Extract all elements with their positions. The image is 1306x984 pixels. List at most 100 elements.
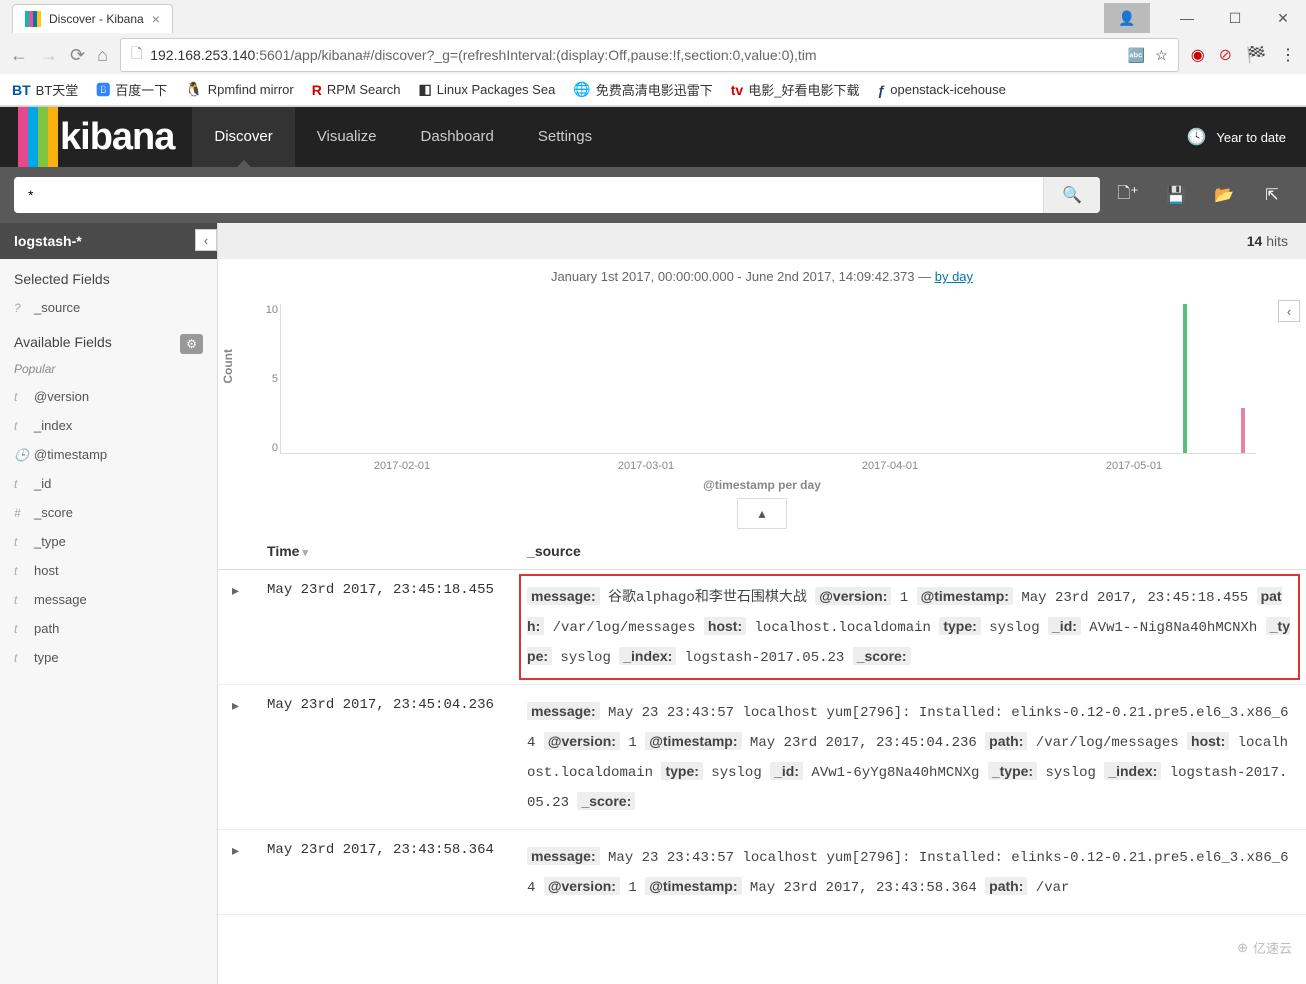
close-tab-icon[interactable]: × bbox=[152, 11, 160, 27]
bookmark-item[interactable]: tv电影_好看电影下载 bbox=[731, 80, 860, 99]
nav-dashboard[interactable]: Dashboard bbox=[399, 107, 516, 167]
browser-tab[interactable]: Discover - Kibana × bbox=[12, 4, 173, 33]
sidebar: logstash-* ‹ Selected Fields ?_source Av… bbox=[0, 223, 218, 984]
expand-row-button[interactable]: ▸ bbox=[218, 685, 253, 830]
y-axis-label: Count bbox=[221, 349, 235, 384]
source-cell: message: May 23 23:43:57 localhost yum[2… bbox=[513, 685, 1306, 830]
fields-settings-button[interactable]: ⚙ bbox=[180, 334, 203, 354]
field-host[interactable]: thost bbox=[0, 556, 217, 585]
translate-icon[interactable]: 🔤 bbox=[1128, 47, 1145, 64]
time-cell: May 23rd 2017, 23:45:04.236 bbox=[253, 685, 513, 830]
open-search-button[interactable]: 📂 bbox=[1204, 175, 1244, 215]
bookmark-item[interactable]: 🅱百度一下 bbox=[96, 80, 167, 100]
field-type[interactable]: ttype bbox=[0, 643, 217, 672]
expand-row-button[interactable]: ▸ bbox=[218, 830, 253, 915]
selected-fields-header: Selected Fields bbox=[0, 259, 217, 293]
table-row: ▸ May 23rd 2017, 23:45:04.236 message: M… bbox=[218, 685, 1306, 830]
bookmark-item[interactable]: RRPM Search bbox=[312, 82, 401, 98]
bookmarks-bar: BTBT天堂 🅱百度一下 🐧Rpmfind mirror RRPM Search ◧Li… bbox=[0, 74, 1306, 106]
ext-icon-1[interactable]: ◉ bbox=[1191, 45, 1205, 65]
bookmark-item[interactable]: ◧Linux Packages Sea bbox=[419, 81, 556, 98]
results-table: Time▾ _source ▸ May 23rd 2017, 23:45:18.… bbox=[218, 533, 1306, 915]
bookmark-item[interactable]: 🌐免费高清电影迅雷下 bbox=[573, 80, 712, 99]
kibana-nav: DiscoverVisualizeDashboardSettings bbox=[192, 107, 614, 167]
nav-visualize[interactable]: Visualize bbox=[295, 107, 399, 167]
new-search-button[interactable]: 🗋⁺ bbox=[1108, 175, 1148, 215]
kibana-favicon bbox=[25, 11, 41, 27]
source-column-header[interactable]: _source bbox=[513, 533, 1306, 570]
tab-title: Discover - Kibana bbox=[49, 12, 144, 26]
url-path: :5601/app/kibana#/discover?_g=(refreshIn… bbox=[255, 47, 816, 63]
timepicker[interactable]: 🕓 Year to date bbox=[1186, 127, 1306, 147]
chart-time-range: January 1st 2017, 00:00:00.000 - June 2n… bbox=[218, 259, 1306, 294]
table-row: ▸ May 23rd 2017, 23:45:18.455 message: 谷… bbox=[218, 570, 1306, 685]
field-@timestamp[interactable]: 🕒@timestamp bbox=[0, 440, 217, 469]
histogram-bar[interactable] bbox=[1183, 304, 1187, 453]
url-input[interactable]: 🗋 192.168.253.140:5601/app/kibana#/disco… bbox=[120, 38, 1179, 72]
menu-icon[interactable]: ⋮ bbox=[1280, 45, 1296, 65]
ext-icon-2[interactable]: ⊘ bbox=[1219, 45, 1232, 65]
index-pattern-selector[interactable]: logstash-* bbox=[0, 223, 217, 259]
field-_score[interactable]: #_score bbox=[0, 498, 217, 527]
home-icon[interactable]: ⌂ bbox=[97, 45, 108, 66]
kibana-topbar: kibana DiscoverVisualizeDashboardSetting… bbox=[0, 107, 1306, 167]
address-bar: ← → ⟳ ⌂ 🗋 192.168.253.140:5601/app/kiban… bbox=[0, 36, 1306, 74]
browser-chrome: Discover - Kibana × 👤 — ☐ ✕ ← → ⟳ ⌂ 🗋 19… bbox=[0, 0, 1306, 107]
field-message[interactable]: tmessage bbox=[0, 585, 217, 614]
histogram-chart[interactable]: ‹ Count 1050 2017-02-012017-03-012017-04… bbox=[218, 294, 1306, 494]
expand-row-button[interactable]: ▸ bbox=[218, 570, 253, 685]
search-container: 🔍 bbox=[14, 177, 1100, 213]
interval-link[interactable]: by day bbox=[935, 269, 973, 284]
histogram-bar[interactable] bbox=[1241, 408, 1245, 453]
search-button[interactable]: 🔍 bbox=[1043, 177, 1100, 213]
bookmark-item[interactable]: ƒopenstack-icehouse bbox=[877, 82, 1005, 98]
field-@version[interactable]: t@version bbox=[0, 382, 217, 411]
minimize-button[interactable]: — bbox=[1164, 3, 1210, 33]
available-fields-header: Available Fields ⚙ bbox=[0, 322, 217, 356]
forward-icon[interactable]: → bbox=[40, 45, 58, 66]
extensions: ◉ ⊘ 🏁 ⋮ bbox=[1191, 45, 1296, 65]
kibana-logo[interactable]: kibana bbox=[0, 107, 192, 167]
sort-icon: ▾ bbox=[302, 547, 308, 559]
time-column-header[interactable]: Time▾ bbox=[253, 533, 513, 570]
star-icon[interactable]: ☆ bbox=[1155, 47, 1168, 64]
user-icon[interactable]: 👤 bbox=[1104, 3, 1150, 33]
y-axis-ticks: 1050 bbox=[260, 304, 278, 454]
save-search-button[interactable]: 💾 bbox=[1156, 175, 1196, 215]
field-_index[interactable]: t_index bbox=[0, 411, 217, 440]
field-_id[interactable]: t_id bbox=[0, 469, 217, 498]
discover-content: 14 hits January 1st 2017, 00:00:00.000 -… bbox=[218, 223, 1306, 984]
reload-icon[interactable]: ⟳ bbox=[70, 45, 85, 66]
popular-label: Popular bbox=[0, 356, 217, 382]
plot-area bbox=[280, 304, 1256, 454]
ext-icon-3[interactable]: 🏁 bbox=[1246, 45, 1266, 65]
watermark: ⊕亿速云 bbox=[1237, 938, 1292, 957]
field-path[interactable]: tpath bbox=[0, 614, 217, 643]
source-cell: message: May 23 23:43:57 localhost yum[2… bbox=[513, 830, 1306, 915]
field-source[interactable]: ?_source bbox=[0, 293, 217, 322]
back-icon[interactable]: ← bbox=[10, 45, 28, 66]
nav-settings[interactable]: Settings bbox=[516, 107, 614, 167]
page-info-icon[interactable]: 🗋 bbox=[131, 43, 142, 67]
chart-collapse-button[interactable]: ‹ bbox=[1278, 300, 1300, 322]
time-range-label: Year to date bbox=[1216, 130, 1286, 145]
field-_type[interactable]: t_type bbox=[0, 527, 217, 556]
bookmark-item[interactable]: BTBT天堂 bbox=[12, 80, 78, 99]
collapse-chart-button[interactable]: ▴ bbox=[737, 498, 787, 529]
window-controls: 👤 — ☐ ✕ bbox=[1104, 3, 1306, 33]
search-row: 🔍 🗋⁺ 💾 📂 ⇱ bbox=[0, 167, 1306, 223]
share-button[interactable]: ⇱ bbox=[1252, 175, 1292, 215]
search-input[interactable] bbox=[14, 177, 1043, 213]
hits-count: 14 hits bbox=[218, 223, 1306, 259]
clock-icon: 🕓 bbox=[1186, 127, 1206, 147]
close-window-button[interactable]: ✕ bbox=[1260, 3, 1306, 33]
x-axis-label: @timestamp per day bbox=[218, 478, 1306, 492]
source-cell: message: 谷歌alphago和李世石围棋大战 @version: 1 @… bbox=[513, 570, 1306, 685]
table-row: ▸ May 23rd 2017, 23:43:58.364 message: M… bbox=[218, 830, 1306, 915]
sidebar-collapse-button[interactable]: ‹ bbox=[195, 229, 217, 251]
time-cell: May 23rd 2017, 23:43:58.364 bbox=[253, 830, 513, 915]
nav-discover[interactable]: Discover bbox=[192, 107, 294, 167]
bookmark-item[interactable]: 🐧Rpmfind mirror bbox=[185, 81, 293, 98]
main-content: logstash-* ‹ Selected Fields ?_source Av… bbox=[0, 223, 1306, 984]
maximize-button[interactable]: ☐ bbox=[1212, 3, 1258, 33]
